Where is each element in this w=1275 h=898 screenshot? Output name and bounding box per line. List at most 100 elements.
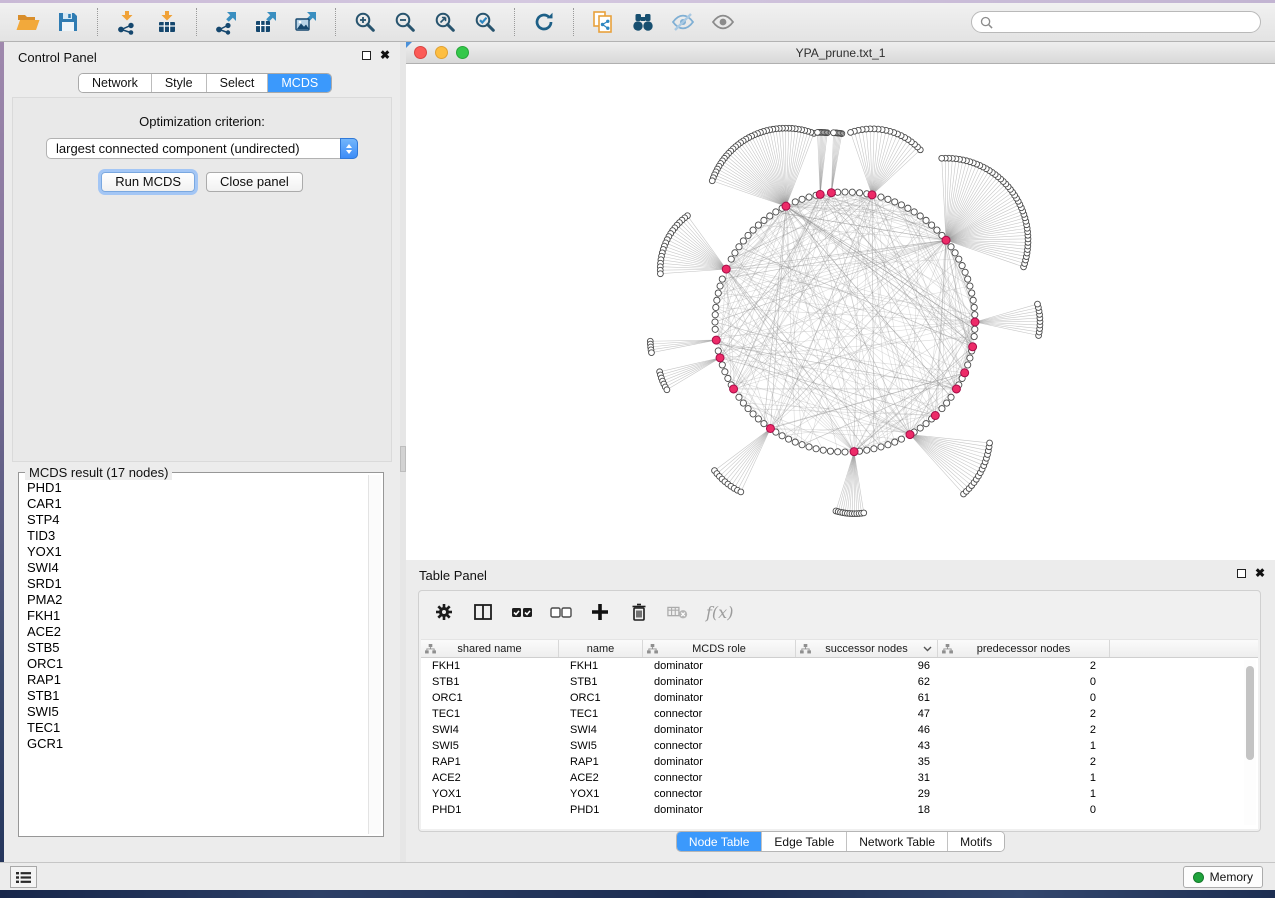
delete-column-icon[interactable]	[628, 601, 650, 623]
run-mcds-button[interactable]: Run MCDS	[101, 172, 195, 192]
split-columns-icon[interactable]	[472, 601, 494, 623]
select-all-checkboxes-icon[interactable]	[511, 601, 533, 623]
cell-predecessor_nodes: 2	[938, 754, 1110, 770]
cell-name: RAP1	[559, 754, 643, 770]
mcds-node-item[interactable]: TID3	[27, 528, 366, 544]
hide-selected-eye-icon[interactable]	[667, 7, 699, 37]
table-row[interactable]: SWI5SWI5connector431	[421, 738, 1258, 754]
mcds-result-scrollbar[interactable]	[368, 475, 381, 834]
cell-successor_nodes: 35	[796, 754, 938, 770]
table-row[interactable]: RAP1RAP1dominator352	[421, 754, 1258, 770]
table-row[interactable]: YOX1YOX1connector291	[421, 786, 1258, 802]
zoom-in-icon[interactable]	[349, 7, 381, 37]
export-image-icon[interactable]	[290, 7, 322, 37]
cell-predecessor_nodes: 0	[938, 802, 1110, 818]
copy-share-document-icon[interactable]	[587, 7, 619, 37]
cell-mcds_role: connector	[643, 738, 796, 754]
tab-style[interactable]: Style	[152, 74, 207, 92]
window-focus-corner	[406, 42, 412, 48]
mcds-node-item[interactable]: GCR1	[27, 736, 366, 752]
table-row[interactable]: PHD1PHD1dominator180	[421, 802, 1258, 818]
tab-motifs[interactable]: Motifs	[948, 832, 1004, 851]
column-header-predecessor_nodes[interactable]: predecessor nodes	[938, 640, 1110, 657]
table-scrollbar[interactable]	[1244, 660, 1256, 825]
mcds-node-item[interactable]: STP4	[27, 512, 366, 528]
float-window-icon[interactable]	[362, 51, 371, 60]
tab-mcds[interactable]: MCDS	[268, 74, 331, 92]
table-scrollbar-thumb[interactable]	[1246, 666, 1254, 760]
table-row[interactable]: STB1STB1dominator620	[421, 674, 1258, 690]
search-box[interactable]	[971, 11, 1261, 33]
import-table-icon[interactable]	[151, 7, 183, 37]
tab-network[interactable]: Network	[79, 74, 152, 92]
table-row[interactable]: ORC1ORC1dominator610	[421, 690, 1258, 706]
cell-mcds_role: connector	[643, 770, 796, 786]
import-network-icon[interactable]	[111, 7, 143, 37]
cell-predecessor_nodes: 1	[938, 738, 1110, 754]
table-row[interactable]: TEC1TEC1connector472	[421, 706, 1258, 722]
table-row[interactable]: ACE2ACE2connector311	[421, 770, 1258, 786]
column-header-mcds_role[interactable]: MCDS role	[643, 640, 796, 657]
mcds-node-item[interactable]: FKH1	[27, 608, 366, 624]
show-all-eye-icon[interactable]	[707, 7, 739, 37]
column-header-label: shared name	[457, 643, 521, 655]
mcds-node-item[interactable]: SWI4	[27, 560, 366, 576]
mcds-node-item[interactable]: STB5	[27, 640, 366, 656]
function-builder-icon[interactable]: f(x)	[706, 603, 733, 622]
refresh-view-icon[interactable]	[528, 7, 560, 37]
export-table-icon[interactable]	[250, 7, 282, 37]
network-canvas[interactable]	[406, 64, 1275, 560]
tab-select[interactable]: Select	[207, 74, 269, 92]
task-history-button[interactable]	[10, 866, 37, 888]
column-header-shared_name[interactable]: shared name	[421, 640, 559, 657]
close-window-icon[interactable]	[414, 46, 427, 59]
close-panel-icon[interactable]: ✖	[1255, 569, 1265, 578]
cell-shared_name: SWI4	[421, 722, 559, 738]
delete-table-icon[interactable]	[667, 601, 689, 623]
binoculars-search-icon[interactable]	[627, 7, 659, 37]
zoom-out-icon[interactable]	[389, 7, 421, 37]
export-network-icon[interactable]	[210, 7, 242, 37]
mcds-node-item[interactable]: PMA2	[27, 592, 366, 608]
save-session-icon[interactable]	[52, 7, 84, 37]
tab-edge-table[interactable]: Edge Table	[762, 832, 847, 851]
mcds-node-item[interactable]: TEC1	[27, 720, 366, 736]
add-column-icon[interactable]	[589, 601, 611, 623]
open-file-icon[interactable]	[12, 7, 44, 37]
zoom-fit-icon[interactable]	[429, 7, 461, 37]
close-panel-icon[interactable]: ✖	[380, 51, 390, 60]
mcds-node-item[interactable]: PHD1	[27, 480, 366, 496]
close-panel-button[interactable]: Close panel	[206, 172, 303, 192]
memory-button[interactable]: Memory	[1183, 866, 1263, 888]
mcds-node-item[interactable]: CAR1	[27, 496, 366, 512]
float-window-icon[interactable]	[1237, 569, 1246, 578]
table-row[interactable]: SWI4SWI4dominator462	[421, 722, 1258, 738]
mcds-node-item[interactable]: SWI5	[27, 704, 366, 720]
toolbar-separator	[97, 8, 98, 36]
mcds-node-item[interactable]: ORC1	[27, 656, 366, 672]
search-input[interactable]	[999, 15, 1260, 29]
table-body: FKH1FKH1dominator962STB1STB1dominator620…	[421, 658, 1258, 818]
column-header-name[interactable]: name	[559, 640, 643, 657]
table-row[interactable]: FKH1FKH1dominator962	[421, 658, 1258, 674]
tab-node-table[interactable]: Node Table	[677, 832, 763, 851]
maximize-window-icon[interactable]	[456, 46, 469, 59]
optimization-criterion-select[interactable]: largest connected component (undirected)	[46, 138, 358, 159]
network-window-titlebar[interactable]: YPA_prune.txt_1	[406, 42, 1275, 64]
column-header-successor_nodes[interactable]: successor nodes	[796, 640, 938, 657]
minimize-window-icon[interactable]	[435, 46, 448, 59]
column-header-label: name	[587, 643, 615, 655]
deselect-all-checkboxes-icon[interactable]	[550, 601, 572, 623]
mcds-node-item[interactable]: YOX1	[27, 544, 366, 560]
mcds-node-item[interactable]: SRD1	[27, 576, 366, 592]
mcds-node-item[interactable]: RAP1	[27, 672, 366, 688]
toolbar-separator	[573, 8, 574, 36]
cell-successor_nodes: 46	[796, 722, 938, 738]
toolbar-separator	[335, 8, 336, 36]
zoom-selected-icon[interactable]	[469, 7, 501, 37]
cell-predecessor_nodes: 2	[938, 658, 1110, 674]
gear-icon[interactable]	[433, 601, 455, 623]
mcds-node-item[interactable]: STB1	[27, 688, 366, 704]
mcds-node-item[interactable]: ACE2	[27, 624, 366, 640]
tab-network-table[interactable]: Network Table	[847, 832, 948, 851]
